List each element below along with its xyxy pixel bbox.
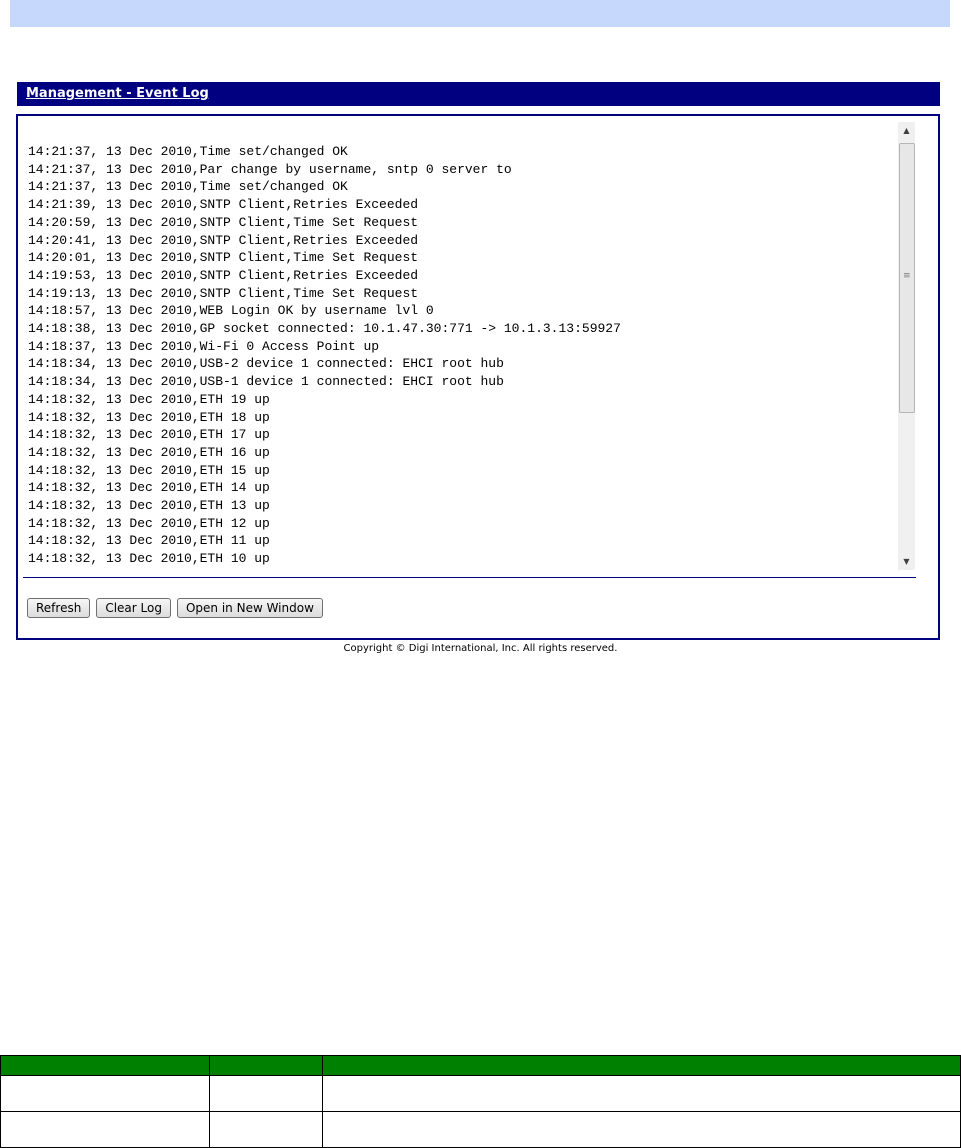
log-line: 14:18:32, 13 Dec 2010,ETH 15 up <box>28 462 270 478</box>
log-line: 14:21:39, 13 Dec 2010,SNTP Client,Retrie… <box>28 197 419 213</box>
log-line: 14:18:32, 13 Dec 2010,ETH 16 up <box>28 444 270 460</box>
log-line: 14:18:37, 13 Dec 2010,Wi-Fi 0 Access Poi… <box>28 338 380 354</box>
log-scrollbar[interactable]: ▲ ≡ ▼ <box>898 122 915 570</box>
table-row <box>0 1075 961 1112</box>
log-line: 14:21:37, 13 Dec 2010,Par change by user… <box>28 161 512 177</box>
grip-icon: ≡ <box>903 271 911 281</box>
table-cell <box>209 1111 323 1148</box>
scrollbar-thumb[interactable]: ≡ <box>899 143 915 413</box>
table-cell <box>0 1075 210 1112</box>
log-line: 14:18:32, 13 Dec 2010,ETH 18 up <box>28 409 270 425</box>
table-cell <box>209 1075 323 1112</box>
log-line: 14:18:32, 13 Dec 2010,ETH 14 up <box>28 480 270 496</box>
log-line: 14:18:34, 13 Dec 2010,USB-2 device 1 con… <box>28 356 504 372</box>
table-header-row <box>0 1055 961 1076</box>
copyright-text: Copyright © Digi International, Inc. All… <box>343 643 618 654</box>
log-line: 14:21:37, 13 Dec 2010,Time set/changed O… <box>28 144 348 159</box>
page-title-link[interactable]: Management - Event Log <box>26 86 209 101</box>
log-line: 14:20:01, 13 Dec 2010,SNTP Client,Time S… <box>28 250 419 266</box>
log-line: 14:18:32, 13 Dec 2010,ETH 17 up <box>28 427 270 443</box>
log-line: 14:21:37, 13 Dec 2010,Time set/changed O… <box>28 179 348 195</box>
log-line: 14:18:32, 13 Dec 2010,ETH 12 up <box>28 515 270 531</box>
log-line: 14:19:53, 13 Dec 2010,SNTP Client,Retrie… <box>28 267 419 283</box>
event-log-lines: 14:21:37, 13 Dec 2010,Time set/changed O… <box>24 122 916 568</box>
table-cell <box>322 1075 961 1112</box>
open-new-window-button[interactable]: Open in New Window <box>176 598 323 618</box>
page-title-bar: Management - Event Log <box>17 82 940 106</box>
table-row <box>0 1111 961 1148</box>
event-log-panel: 14:21:37, 13 Dec 2010,Time set/changed O… <box>16 114 940 640</box>
log-line: 14:18:32, 13 Dec 2010,ETH 13 up <box>28 498 270 514</box>
refresh-button[interactable]: Refresh <box>27 598 91 618</box>
panel-divider <box>23 577 916 578</box>
table-cell <box>322 1111 961 1148</box>
log-line: 14:18:32, 13 Dec 2010,ETH 19 up <box>28 391 270 407</box>
log-line: 14:18:32, 13 Dec 2010,ETH 10 up <box>28 551 270 567</box>
log-line: 14:20:59, 13 Dec 2010,SNTP Client,Time S… <box>28 214 419 230</box>
table-header-cell <box>209 1055 323 1076</box>
scroll-up-icon[interactable]: ▲ <box>898 122 915 139</box>
log-line: 14:18:34, 13 Dec 2010,USB-1 device 1 con… <box>28 374 504 390</box>
scroll-down-icon[interactable]: ▼ <box>898 553 915 570</box>
documentation-table <box>0 1055 961 1148</box>
clear-log-button[interactable]: Clear Log <box>96 598 171 618</box>
log-line: 14:18:38, 13 Dec 2010,GP socket connecte… <box>28 321 621 337</box>
log-line: 14:18:57, 13 Dec 2010,WEB Login OK by us… <box>28 303 434 319</box>
log-line: 14:19:13, 13 Dec 2010,SNTP Client,Time S… <box>28 285 419 301</box>
table-header-cell <box>0 1055 210 1076</box>
event-log-textarea[interactable]: 14:21:37, 13 Dec 2010,Time set/changed O… <box>24 122 916 570</box>
log-line: 14:18:32, 13 Dec 2010,ETH 11 up <box>28 533 270 549</box>
table-header-cell <box>322 1055 961 1076</box>
action-buttons: Refresh Clear Log Open in New Window <box>27 598 323 618</box>
top-banner <box>10 0 950 27</box>
table-cell <box>0 1111 210 1148</box>
log-line: 14:20:41, 13 Dec 2010,SNTP Client,Retrie… <box>28 232 419 248</box>
